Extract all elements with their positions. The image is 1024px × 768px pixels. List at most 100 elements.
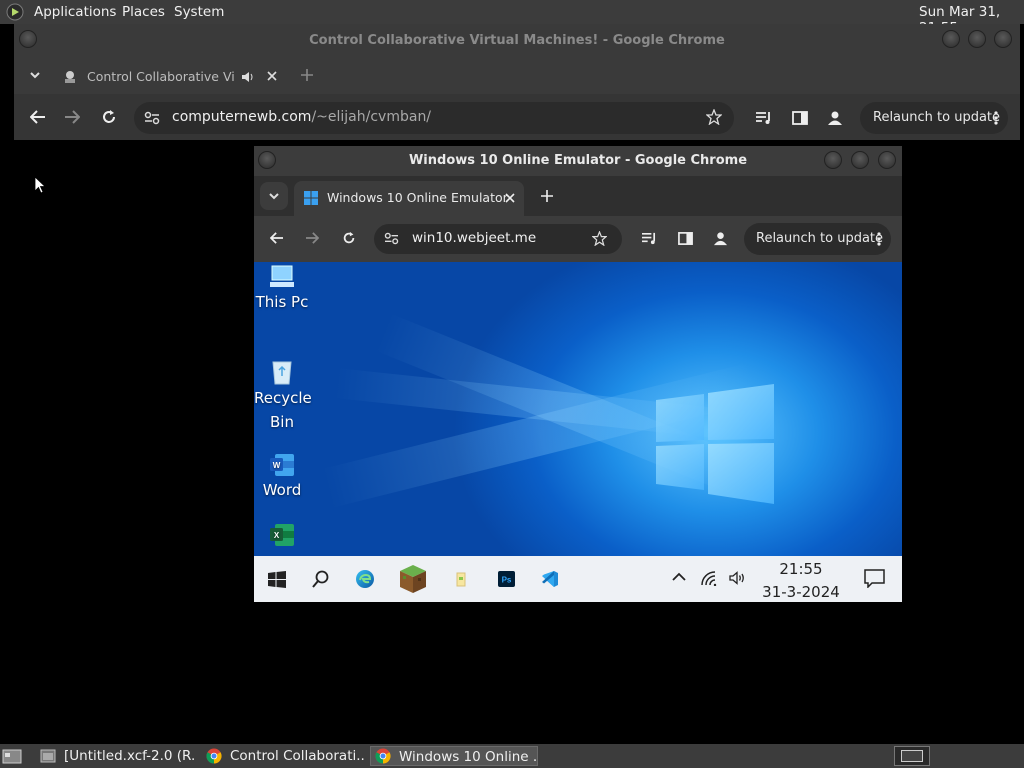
gimp-window-icon bbox=[40, 749, 56, 763]
inner-back-icon[interactable] bbox=[270, 232, 284, 244]
inner-relaunch-button[interactable]: Relaunch to update bbox=[744, 223, 891, 255]
svg-text:W: W bbox=[273, 461, 281, 470]
inner-window-title: Windows 10 Online Emulator - Google Chro… bbox=[408, 153, 748, 168]
desktop-icon-label: Recycle Bin bbox=[254, 389, 312, 431]
outer-url-domain: computernewb.com bbox=[172, 109, 312, 125]
file-explorer-icon[interactable] bbox=[456, 571, 466, 587]
reload-icon[interactable] bbox=[101, 109, 117, 125]
photoshop-icon[interactable]: Ps bbox=[498, 571, 515, 587]
inner-browser-window: Windows 10 Online Emulator - Google Chro… bbox=[254, 146, 902, 602]
windows-logo-wallpaper bbox=[654, 382, 776, 506]
inner-forward-icon[interactable] bbox=[305, 232, 319, 244]
site-info-icon[interactable] bbox=[144, 111, 160, 125]
top-panel: Applications Places System Sun Mar 31, 2… bbox=[0, 0, 1024, 36]
inner-site-info-icon[interactable] bbox=[384, 232, 399, 245]
workspace-1[interactable] bbox=[901, 750, 923, 762]
desktop-icon-excel[interactable]: X bbox=[254, 522, 310, 548]
menu-system[interactable]: System bbox=[174, 4, 224, 20]
taskbar-item-label: Windows 10 Online ... bbox=[399, 749, 538, 765]
inner-tab-label: Windows 10 Online Emulator bbox=[327, 190, 508, 205]
chrome-icon bbox=[375, 748, 391, 764]
inner-titlebar[interactable]: Windows 10 Online Emulator - Google Chro… bbox=[254, 146, 902, 176]
recycle-bin-icon bbox=[269, 358, 295, 386]
taskbar-item-label: [Untitled.xcf-2.0 (R... bbox=[64, 748, 196, 764]
bottom-panel: [Untitled.xcf-2.0 (R... Control Collabor… bbox=[0, 744, 1024, 768]
tab-search-icon[interactable] bbox=[28, 68, 42, 82]
workspace-switcher[interactable] bbox=[894, 746, 930, 766]
gnome-logo-icon[interactable] bbox=[6, 3, 26, 21]
outer-relaunch-label: Relaunch to update bbox=[873, 110, 1001, 125]
inner-tab-close-icon[interactable] bbox=[504, 192, 516, 204]
menu-applications[interactable]: Applications bbox=[34, 4, 116, 20]
network-icon[interactable] bbox=[700, 570, 718, 586]
taskbar-search-icon[interactable] bbox=[312, 570, 330, 588]
volume-icon[interactable] bbox=[729, 571, 746, 585]
inner-tab-search-icon bbox=[267, 189, 281, 203]
svg-text:X: X bbox=[274, 531, 280, 540]
inner-close-window-button[interactable] bbox=[878, 151, 896, 169]
taskbar-item-cvm-chrome[interactable]: Control Collaborati... bbox=[202, 746, 366, 766]
desktop-icon-word[interactable]: W Word bbox=[254, 452, 310, 502]
close-window-button[interactable] bbox=[994, 30, 1012, 48]
chrome-menu-icon[interactable] bbox=[994, 111, 998, 125]
windows-start-icon[interactable] bbox=[268, 571, 286, 588]
media-controls-icon[interactable] bbox=[755, 110, 773, 126]
outer-tab[interactable]: Control Collaborative Virt bbox=[60, 60, 288, 94]
back-icon[interactable] bbox=[30, 110, 46, 124]
inner-maximize-button[interactable] bbox=[851, 151, 869, 169]
inner-minimize-button[interactable] bbox=[824, 151, 842, 169]
outer-url: computernewb.com/~elijah/cvmban/ bbox=[172, 109, 431, 125]
inner-tab-search-button[interactable] bbox=[260, 182, 288, 210]
vscode-icon[interactable] bbox=[541, 570, 559, 588]
inner-tab-strip: Windows 10 Online Emulator bbox=[254, 176, 902, 216]
windows-favicon-icon bbox=[304, 191, 318, 205]
windows-desktop[interactable]: This Pc Recycle Bin W Word X bbox=[254, 262, 902, 556]
outer-relaunch-button[interactable]: Relaunch to update bbox=[860, 102, 1008, 134]
desktop-icon-label: This Pc bbox=[255, 293, 309, 311]
desktop-icon-recycle-bin[interactable]: Recycle Bin bbox=[254, 358, 312, 434]
chrome-icon bbox=[206, 748, 222, 764]
taskbar-item-win10-chrome[interactable]: Windows 10 Online ... bbox=[370, 746, 538, 766]
show-desktop-icon[interactable] bbox=[2, 747, 22, 765]
taskbar-clock-time: 21:55 bbox=[779, 560, 823, 578]
outer-tab-strip: Control Collaborative Virt bbox=[14, 56, 1020, 94]
inner-address-bar[interactable]: win10.webjeet.me bbox=[374, 224, 622, 254]
inner-new-tab-icon[interactable] bbox=[540, 189, 554, 203]
inner-relaunch-label: Relaunch to update bbox=[756, 231, 884, 246]
word-icon: W bbox=[269, 452, 295, 478]
outer-url-path: /~elijah/cvmban/ bbox=[311, 109, 432, 125]
minimize-button[interactable] bbox=[942, 30, 960, 48]
tray-chevron-up-icon[interactable] bbox=[672, 572, 686, 582]
mouse-cursor-icon bbox=[34, 176, 46, 194]
taskbar-item-gimp[interactable]: [Untitled.xcf-2.0 (R... bbox=[36, 746, 196, 766]
inner-profile-icon[interactable] bbox=[713, 231, 728, 246]
minecraft-icon[interactable] bbox=[399, 564, 427, 594]
maximize-button[interactable] bbox=[968, 30, 986, 48]
svg-text:Ps: Ps bbox=[502, 576, 512, 585]
outer-titlebar[interactable]: Control Collaborative Virtual Machines! … bbox=[14, 24, 1020, 56]
forward-icon[interactable] bbox=[64, 110, 80, 124]
excel-icon: X bbox=[269, 522, 295, 548]
taskbar-clock[interactable]: 21:55 31-3-2024 bbox=[754, 558, 848, 604]
inner-tab[interactable]: Windows 10 Online Emulator bbox=[294, 181, 524, 216]
new-tab-icon[interactable] bbox=[300, 68, 314, 82]
bookmark-star-icon[interactable] bbox=[706, 109, 722, 125]
inner-bookmark-star-icon[interactable] bbox=[592, 231, 607, 246]
profile-icon[interactable] bbox=[827, 110, 843, 126]
menu-places[interactable]: Places bbox=[122, 4, 165, 20]
inner-chrome-menu-icon[interactable] bbox=[877, 232, 881, 246]
this-pc-icon bbox=[268, 264, 296, 290]
cvm-favicon-icon bbox=[62, 69, 78, 85]
inner-url: win10.webjeet.me bbox=[412, 230, 537, 246]
tab-audio-icon[interactable] bbox=[240, 70, 254, 84]
inner-reload-icon[interactable] bbox=[342, 231, 356, 245]
edge-icon[interactable] bbox=[355, 569, 375, 589]
inner-side-panel-icon[interactable] bbox=[678, 231, 693, 246]
side-panel-icon[interactable] bbox=[792, 110, 808, 126]
action-center-icon[interactable] bbox=[864, 569, 885, 588]
outer-window-title: Control Collaborative Virtual Machines! … bbox=[309, 33, 725, 48]
outer-address-bar[interactable]: computernewb.com/~elijah/cvmban/ bbox=[134, 102, 734, 134]
desktop-icon-this-pc[interactable]: This Pc bbox=[254, 264, 310, 314]
outer-tab-close-icon[interactable] bbox=[266, 70, 278, 82]
inner-media-controls-icon[interactable] bbox=[641, 231, 658, 246]
